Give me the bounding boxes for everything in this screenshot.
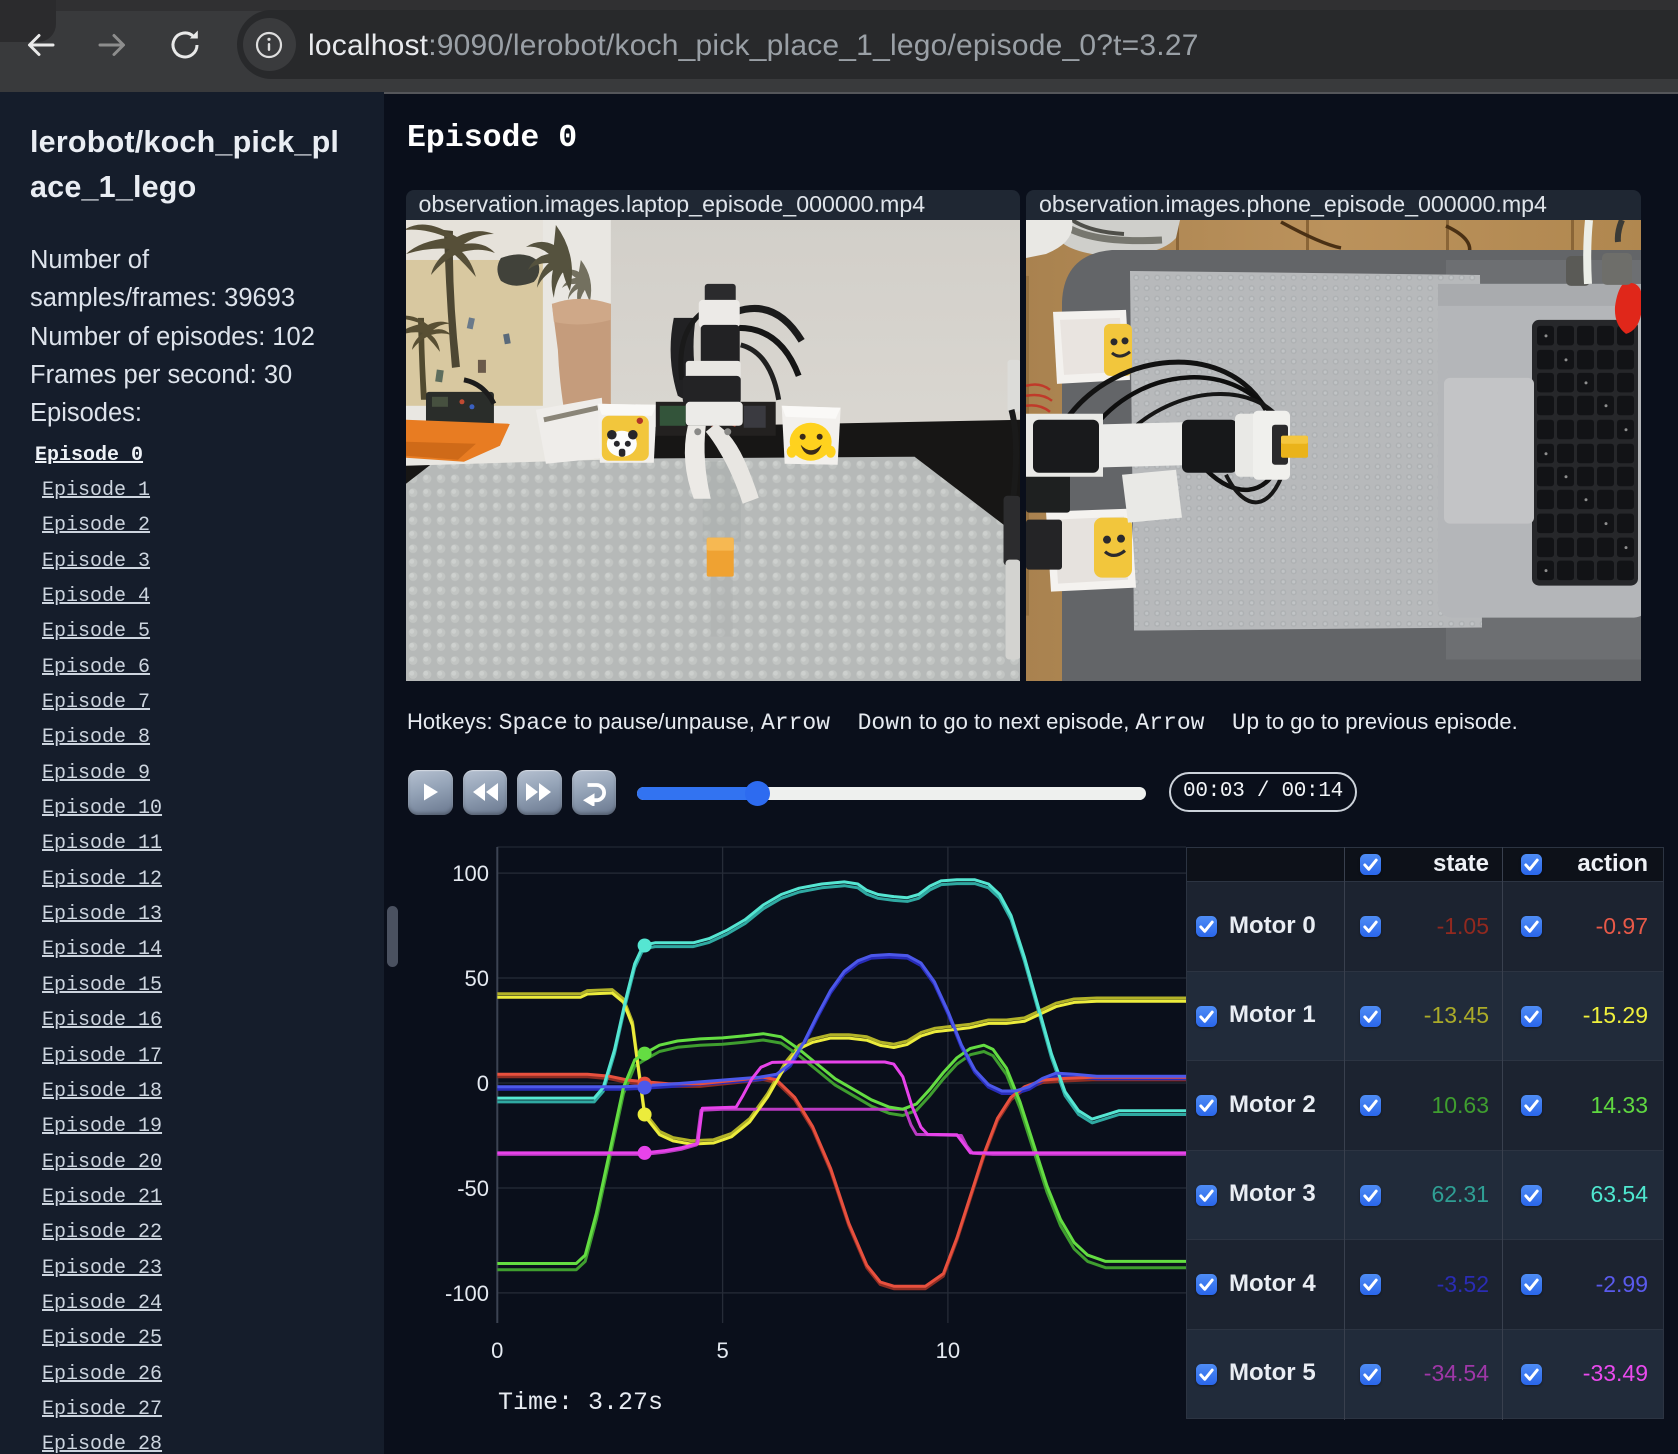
svg-text:-50: -50 <box>457 1176 489 1201</box>
svg-text:Time: 3.27s: Time: 3.27s <box>498 1388 663 1417</box>
svg-text:50: 50 <box>465 966 489 991</box>
svg-text:0: 0 <box>477 1071 489 1096</box>
svg-text:10: 10 <box>936 1338 960 1363</box>
svg-text:0: 0 <box>491 1338 503 1363</box>
svg-text:-100: -100 <box>445 1281 489 1306</box>
svg-text:5: 5 <box>716 1338 728 1363</box>
svg-text:100: 100 <box>452 861 489 886</box>
